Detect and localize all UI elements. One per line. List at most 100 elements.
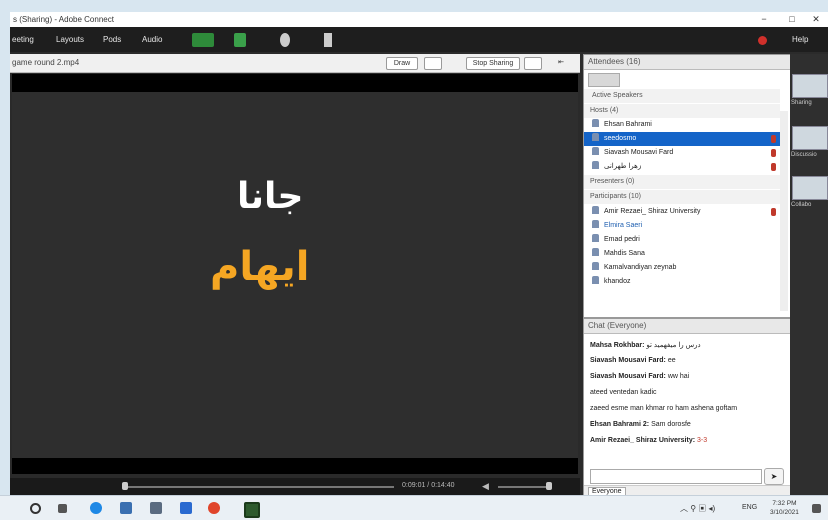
hosts-group[interactable]: Hosts (4) [584,104,780,118]
menu-audio[interactable]: Audio [142,35,162,44]
chat-message: ateed ventedan kadic [590,389,657,396]
microphone-icon [771,208,776,216]
system-tray-icons[interactable]: ︿ ⚲ ▣ ◂) [680,503,715,514]
person-icon [592,161,599,169]
menu-pods[interactable]: Pods [103,35,121,44]
share-pod-header: game round 2.mp4 Draw Stop Sharing ⇤ [10,54,580,73]
attendee-name: khandoz [604,278,631,285]
layout-thumb-sharing[interactable] [792,74,828,98]
attendees-pod: Attendees (16) Active Speakers Hosts (4)… [583,54,791,318]
person-icon [592,276,599,284]
layout-label-sharing: Sharing [791,100,812,106]
attendee-row[interactable]: Siavash Mousavi Fard [584,146,780,160]
attendee-row[interactable]: Kamalvandiyan zeynab [584,261,780,275]
attendee-row[interactable]: Amir Rezaei_ Shiraz University [584,205,780,219]
task-view-icon[interactable] [58,504,67,513]
attendee-row[interactable]: Ehsan Bahrami [584,118,780,132]
edge-icon[interactable] [90,502,102,514]
attendee-name: Kamalvandiyan zeynab [604,264,677,271]
active-speakers-row[interactable]: Active Speakers [584,89,780,103]
presenters-group[interactable]: Presenters (0) [584,175,780,189]
mail-icon[interactable] [180,502,192,514]
seek-track[interactable] [124,486,394,488]
layout-thumb-discussion[interactable] [792,126,828,150]
file-explorer-icon[interactable] [120,502,132,514]
volume-handle[interactable] [546,482,552,490]
chat-message: zaeed esme man khmar ro ham ashena gofta… [590,405,738,412]
close-button[interactable]: ✕ [802,12,828,27]
record-icon[interactable] [758,36,767,45]
clock[interactable]: 7:32 PM 3/10/2021 [770,499,799,517]
sync-icon[interactable] [424,57,442,70]
layouts-rail: Sharing Discussio Collabo [790,54,828,495]
store-icon[interactable] [150,502,162,514]
seek-handle[interactable] [122,482,128,490]
language-indicator[interactable]: ENG [742,504,757,511]
list-view-icon[interactable] [588,73,620,87]
attendees-header: Attendees (16) [584,55,790,70]
attendee-name: Emad pedri [604,236,640,243]
chat-header: Chat (Everyone) [584,319,790,334]
chat-title: Chat (Everyone) [588,321,647,330]
menu-meeting[interactable]: eeting [12,35,34,44]
attendee-name: Mahdis Sana [604,250,645,257]
volume-track[interactable] [498,486,550,488]
attendee-row[interactable]: seedosmo [584,132,780,146]
webcam-icon[interactable] [280,33,290,47]
video-frame: جانا ایهام [12,92,578,458]
video-letterbox-bottom [12,458,578,474]
layout-thumb-collaboration[interactable] [792,176,828,200]
participants-group-label: Participants (10) [590,193,641,200]
attendee-row[interactable]: Elmira Saeri [584,219,780,233]
person-icon [592,262,599,270]
minimize-button[interactable]: − [750,12,778,27]
person-icon [592,220,599,228]
search-icon[interactable] [30,503,41,514]
attendees-scrollbar[interactable] [780,111,788,311]
playback-time: 0:09:01 / 0:14:40 [402,482,455,489]
attendee-name: Elmira Saeri [604,222,643,229]
chat-message: Siavash Mousavi Fard: ee [590,357,676,364]
window-title: s (Sharing) - Adobe Connect [13,15,114,24]
chat-input[interactable] [590,469,762,484]
fullscreen-icon[interactable] [524,57,542,70]
share-pod: game round 2.mp4 Draw Stop Sharing ⇤ جان… [10,54,580,478]
attendee-view-toolbar [584,71,780,87]
app-window: s (Sharing) - Adobe Connect − □ ✕ eeting… [10,12,828,497]
participants-group[interactable]: Participants (10) [584,190,780,204]
microphone-icon [771,163,776,171]
send-button[interactable]: ➤ [764,468,784,485]
adobe-connect-icon[interactable] [244,502,260,518]
attendee-row[interactable]: Emad pedri [584,233,780,247]
volume-icon[interactable]: ◀ [482,481,489,492]
stop-sharing-button[interactable]: Stop Sharing [466,57,520,70]
attendee-row[interactable]: Mahdis Sana [584,247,780,261]
title-bar: s (Sharing) - Adobe Connect − □ ✕ [10,12,828,27]
chat-message: Siavash Mousavi Fard: ww hai [590,373,690,380]
draw-button[interactable]: Draw [386,57,418,70]
video-letterbox-top [12,74,578,92]
speaker-icon[interactable] [192,33,214,47]
person-icon [592,147,599,155]
attendee-row[interactable]: khandoz [584,275,780,289]
attendee-name: Amir Rezaei_ Shiraz University [604,208,701,215]
attendee-row[interactable]: زهرا طهرانی [584,160,780,174]
menu-bar: eeting Layouts Pods Audio Help [10,27,828,52]
person-icon [592,133,599,141]
attendee-name: seedosmo [604,135,637,142]
attendees-title: Attendees (16) [588,57,641,66]
menu-help[interactable]: Help [792,35,808,44]
hosts-group-label: Hosts (4) [590,107,619,114]
attendee-name: Siavash Mousavi Fard [604,149,674,156]
notifications-icon[interactable] [812,504,821,513]
person-icon [592,234,599,242]
clock-date: 3/10/2021 [770,509,799,516]
raise-hand-icon[interactable] [324,33,332,47]
microphone-icon[interactable] [234,33,246,47]
pod-options-icon[interactable]: ⇤ [554,57,568,68]
chat-pod: Chat (Everyone) Mahsa Rokhbar: درس را می… [583,318,791,497]
menu-layouts[interactable]: Layouts [56,35,84,44]
taskbar: ︿ ⚲ ▣ ◂) ENG 7:32 PM 3/10/2021 [0,495,828,520]
video-word-top: جانا [237,176,304,217]
chrome-icon[interactable] [208,502,220,514]
